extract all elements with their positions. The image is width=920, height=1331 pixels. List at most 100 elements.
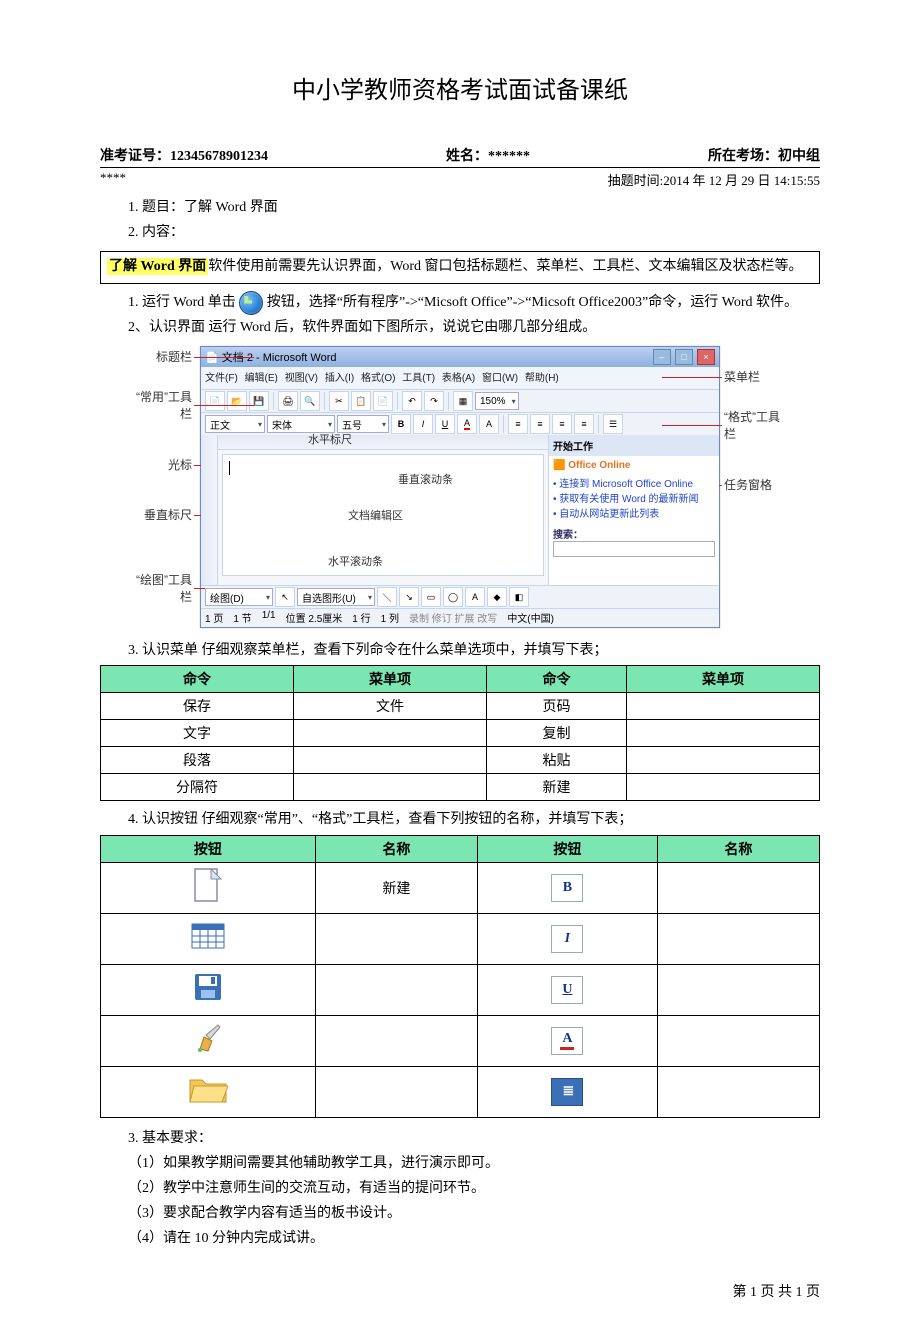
table-cell: 文件 bbox=[293, 693, 486, 720]
table-row: A bbox=[101, 1015, 820, 1066]
th-menu1: 菜单项 bbox=[293, 666, 486, 693]
highlight-rest: 软件使用前需要先认识界面，Word 窗口包括标题栏、菜单栏、工具栏、文本编辑区及… bbox=[208, 259, 802, 274]
name: 姓名：****** bbox=[446, 145, 530, 165]
table-cell bbox=[293, 774, 486, 801]
name-cell bbox=[657, 913, 819, 964]
min-icon: – bbox=[653, 349, 671, 365]
tb-3d-icon: ◧ bbox=[509, 587, 529, 607]
icon-cell bbox=[101, 1066, 316, 1117]
word-window: 📄 文档 2 - Microsoft Word – □ × 文件(F) 编辑(E… bbox=[200, 346, 720, 628]
save-icon bbox=[193, 972, 223, 1002]
underline-icon: U bbox=[551, 976, 583, 1004]
room: 所在考场：初中组 bbox=[708, 145, 820, 165]
table-row: 新建B bbox=[101, 862, 820, 913]
icon-cell: B bbox=[478, 862, 658, 913]
tb-copy-icon: 📋 bbox=[351, 391, 371, 411]
name-cell: 新建 bbox=[315, 862, 477, 913]
tb-bold-icon: B bbox=[391, 414, 411, 434]
table-cell: 粘贴 bbox=[486, 747, 626, 774]
highlight-topic: 了解 Word 界面 bbox=[107, 258, 208, 275]
vertical-ruler bbox=[201, 435, 218, 585]
menu-table: 表格(A) bbox=[442, 373, 475, 384]
table-row: 段落粘贴 bbox=[101, 747, 820, 774]
req-title: 3. 基本要求： bbox=[100, 1126, 820, 1151]
menu-view: 视图(V) bbox=[285, 373, 318, 384]
menu-tools: 工具(T) bbox=[402, 373, 435, 384]
table-cell bbox=[626, 720, 819, 747]
page-footer: 第 1 页 共 1 页 bbox=[100, 1281, 820, 1301]
exam-id: 准考证号：12345678901234 bbox=[100, 145, 268, 165]
taskpane-brand: Office Online bbox=[568, 460, 630, 471]
new-doc-icon bbox=[194, 868, 222, 902]
tb-open-icon: 📂 bbox=[227, 391, 247, 411]
name-label: 姓名： bbox=[446, 149, 488, 164]
table-cell: 页码 bbox=[486, 693, 626, 720]
table-row: U bbox=[101, 964, 820, 1015]
icon-cell bbox=[101, 862, 316, 913]
label-draw-toolbar: “绘图”工具栏 bbox=[132, 571, 192, 605]
word-statusbar: 1 页 1 节 1/1 位置 2.5厘米 1 行 1 列 录制 修订 扩展 改写… bbox=[201, 608, 719, 627]
th-cmd2: 命令 bbox=[486, 666, 626, 693]
tb-save-icon: 💾 bbox=[249, 391, 269, 411]
word-fmt-toolbar: 正文 宋体 五号 B I U A A ≡ ≡ ≡ ≡ ☰ bbox=[201, 412, 719, 435]
tb-cut-icon: ✂ bbox=[329, 391, 349, 411]
question-1: 1. 题目：了解 Word 界面 bbox=[100, 195, 820, 220]
icon-cell: ≣ bbox=[478, 1066, 658, 1117]
inner-vscroll: 垂直滚动条 bbox=[398, 471, 453, 487]
tb-italic-icon: I bbox=[413, 414, 433, 434]
word-std-toolbar: 📄 📂 💾 🖨 🔍 ✂ 📋 📄 ↶ ↷ ▦ 150% bbox=[201, 389, 719, 412]
table-cell bbox=[626, 774, 819, 801]
table-row: 分隔符新建 bbox=[101, 774, 820, 801]
taskpane-l3: 自动从网站更新此列表 bbox=[559, 509, 659, 520]
name-cell bbox=[657, 1066, 819, 1117]
status-lang: 中文(中国) bbox=[507, 610, 554, 626]
status-pages: 1/1 bbox=[262, 610, 276, 626]
status-row: 1 行 bbox=[352, 610, 370, 626]
tb-zoom: 150% bbox=[475, 392, 519, 410]
tb-redo-icon: ↷ bbox=[424, 391, 444, 411]
table-cell bbox=[293, 720, 486, 747]
table-row: 文字 复制 bbox=[101, 720, 820, 747]
name-cell bbox=[657, 862, 819, 913]
tb-rect-icon: ▭ bbox=[421, 587, 441, 607]
task-pane: 开始工作 🟧 Office Online • 连接到 Microsoft Off… bbox=[548, 435, 719, 585]
taskpane-search-box bbox=[553, 541, 715, 557]
tb-underline-icon: U bbox=[435, 414, 455, 434]
name-cell bbox=[315, 1066, 477, 1117]
draw-time: 抽题时间:2014 年 12 月 29 日 14:15:55 bbox=[608, 170, 820, 189]
status-section: 1 节 bbox=[233, 610, 251, 626]
th-btn2: 按钮 bbox=[478, 835, 658, 862]
label-std-toolbar: “常用”工具栏 bbox=[132, 388, 192, 422]
paragraph-run: 1. 运行 Word 单击 按钮，选择“所有程序”->“Micsoft Offi… bbox=[100, 290, 820, 315]
icon-cell: A bbox=[478, 1015, 658, 1066]
name-cell bbox=[315, 964, 477, 1015]
table-cell: 复制 bbox=[486, 720, 626, 747]
req-1: （1）如果教学期间需要其他辅助教学工具，进行演示即可。 bbox=[100, 1151, 820, 1176]
name-cell bbox=[315, 1015, 477, 1066]
window-controls: – □ × bbox=[652, 349, 715, 365]
word-screenshot: 标题栏 菜单栏 “常用”工具栏 “格式”工具栏 光标 垂直标尺 任务窗格 “绘图… bbox=[200, 346, 720, 628]
header-row: 准考证号：12345678901234 姓名：****** 所在考场：初中组 bbox=[100, 145, 820, 168]
q1-value: 了解 Word 界面 bbox=[184, 200, 278, 215]
table-cell bbox=[626, 747, 819, 774]
button-table: 按钮 名称 按钮 名称 新建BIUA≣ bbox=[100, 835, 820, 1118]
tb-undo-icon: ↶ bbox=[402, 391, 422, 411]
tb-fontcolor-icon: A bbox=[457, 414, 477, 434]
table-cell: 新建 bbox=[486, 774, 626, 801]
menu-help: 帮助(H) bbox=[525, 373, 559, 384]
tb-select-icon: ↖ bbox=[275, 587, 295, 607]
status-col: 1 列 bbox=[381, 610, 399, 626]
table-cell: 文字 bbox=[101, 720, 294, 747]
menu-format: 格式(O) bbox=[361, 373, 395, 384]
tb-table-icon: ▦ bbox=[453, 391, 473, 411]
label-fmt-toolbar: “格式”工具栏 bbox=[724, 408, 780, 442]
taskpane-search-label: 搜索： bbox=[553, 530, 583, 541]
draw-time-value: 2014 年 12 月 29 日 14:15:55 bbox=[663, 173, 820, 188]
req-2: （2）教学中注意师生间的交流互动，有适当的提问环节。 bbox=[100, 1176, 820, 1201]
tb-preview-icon: 🔍 bbox=[300, 391, 320, 411]
th-btn1: 按钮 bbox=[101, 835, 316, 862]
paragraph-button: 4. 认识按钮 仔细观察“常用”、“格式”工具栏，查看下列按钮的名称，并填写下表… bbox=[100, 807, 820, 832]
table-icon bbox=[191, 923, 225, 949]
icon-cell bbox=[101, 964, 316, 1015]
highlight-box: 了解 Word 界面软件使用前需要先认识界面，Word 窗口包括标题栏、菜单栏、… bbox=[100, 251, 820, 283]
